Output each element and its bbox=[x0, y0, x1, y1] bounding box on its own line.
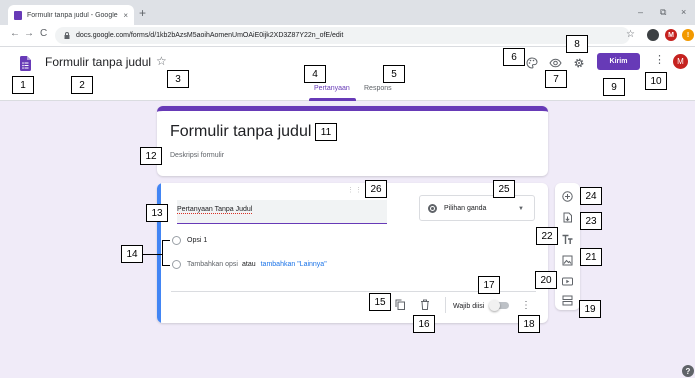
option-row[interactable]: Opsi 1 bbox=[172, 236, 207, 245]
annotation-label: 14 bbox=[121, 245, 143, 263]
annotation-label: 15 bbox=[369, 293, 391, 311]
annotation-label: 12 bbox=[140, 147, 162, 165]
extension-icon[interactable] bbox=[647, 29, 659, 41]
annotation-label: 26 bbox=[365, 180, 387, 198]
annotation-label: 20 bbox=[535, 271, 557, 289]
option-radio bbox=[172, 236, 181, 245]
annotation-label: 13 bbox=[146, 204, 168, 222]
form-title-card: Formulir tanpa judul Deskripsi formulir bbox=[157, 106, 548, 176]
question-title-input[interactable]: Pertanyaan Tanpa Judul bbox=[177, 200, 387, 224]
window-close-button[interactable]: × bbox=[681, 7, 686, 17]
trash-icon[interactable] bbox=[420, 299, 430, 310]
palette-icon[interactable] bbox=[526, 57, 538, 69]
star-icon[interactable]: ☆ bbox=[156, 54, 167, 68]
address-bar-row: ← → C docs.google.com/forms/d/1kb2bAzsM5… bbox=[0, 25, 695, 47]
bookmark-star-icon[interactable]: ☆ bbox=[626, 29, 635, 40]
tab-questions[interactable]: Pertanyaan bbox=[314, 85, 350, 92]
lock-icon bbox=[64, 32, 70, 39]
annotation-leader bbox=[162, 240, 163, 266]
restore-button[interactable]: ⧉ bbox=[660, 7, 666, 18]
annotation-label: 19 bbox=[579, 300, 601, 318]
browser-tab[interactable]: Formulir tanpa judul - Google Fo × bbox=[8, 5, 134, 25]
floating-toolbar bbox=[555, 183, 580, 310]
annotation-label: 17 bbox=[478, 276, 500, 294]
text-title-icon[interactable] bbox=[562, 234, 573, 245]
question-type-select[interactable]: Pilihan ganda ▼ bbox=[419, 195, 535, 221]
add-circle-icon[interactable] bbox=[562, 191, 573, 202]
annotation-label: 3 bbox=[167, 70, 189, 88]
chevron-down-icon: ▼ bbox=[518, 206, 524, 212]
more-options-icon[interactable]: ⋮ bbox=[654, 55, 665, 66]
minimize-button[interactable]: – bbox=[638, 7, 643, 17]
url-text: docs.google.com/forms/d/1kb2bAzsM5aoihAo… bbox=[76, 32, 344, 39]
image-icon[interactable] bbox=[562, 255, 573, 266]
add-other-link[interactable]: tambahkan "Lainnya" bbox=[261, 261, 327, 268]
video-icon[interactable] bbox=[562, 276, 573, 287]
question-type-label: Pilihan ganda bbox=[444, 204, 487, 212]
gear-icon[interactable] bbox=[573, 57, 585, 69]
annotation-leader bbox=[162, 265, 170, 266]
form-description-input[interactable]: Deskripsi formulir bbox=[170, 152, 224, 159]
question-card[interactable]: ⋮⋮⋮ Pertanyaan Tanpa Judul Pilihan ganda… bbox=[157, 183, 548, 323]
browser-tab-strip: Formulir tanpa judul - Google Fo × + – ⧉… bbox=[0, 0, 695, 25]
annotation-label: 10 bbox=[645, 72, 667, 90]
annotation-label: 4 bbox=[304, 65, 326, 83]
avatar[interactable]: M bbox=[673, 54, 688, 69]
profile-avatar[interactable]: M bbox=[665, 29, 677, 41]
annotation-label: 9 bbox=[603, 78, 625, 96]
annotation-label: 24 bbox=[580, 187, 602, 205]
annotation-label: 18 bbox=[518, 315, 540, 333]
radio-type-icon bbox=[428, 203, 437, 213]
question-title-text: Pertanyaan Tanpa Judul bbox=[177, 206, 253, 214]
annotation-label: 22 bbox=[536, 227, 558, 245]
update-warning-icon[interactable]: ! bbox=[682, 29, 694, 41]
form-doc-icon[interactable] bbox=[20, 56, 31, 71]
annotation-label: 25 bbox=[493, 180, 515, 198]
annotation-label: 2 bbox=[71, 76, 93, 94]
add-option-row: Tambahkan opsi atau tambahkan "Lainnya" bbox=[172, 260, 327, 269]
annotation-label: 11 bbox=[315, 123, 337, 141]
copy-icon[interactable] bbox=[395, 299, 405, 310]
new-tab-button[interactable]: + bbox=[139, 7, 146, 19]
annotation-label: 23 bbox=[580, 212, 602, 230]
back-button[interactable]: ← bbox=[10, 28, 20, 39]
form-title-input[interactable]: Formulir tanpa judul bbox=[45, 55, 151, 69]
annotation-label: 16 bbox=[413, 315, 435, 333]
forward-button[interactable]: → bbox=[24, 28, 34, 39]
annotation-label: 5 bbox=[383, 65, 405, 83]
browser-tab-title: Formulir tanpa judul - Google Fo bbox=[27, 11, 121, 19]
section-icon[interactable] bbox=[562, 295, 573, 306]
form-heading-input[interactable]: Formulir tanpa judul bbox=[170, 123, 311, 141]
forms-favicon-icon bbox=[14, 10, 22, 20]
import-icon[interactable] bbox=[562, 212, 573, 223]
required-label: Wajib diisi bbox=[453, 303, 485, 310]
tab-close-icon[interactable]: × bbox=[123, 11, 128, 20]
help-icon[interactable]: ? bbox=[682, 365, 694, 377]
option-label[interactable]: Opsi 1 bbox=[187, 237, 207, 244]
add-option-or: atau bbox=[241, 261, 256, 268]
annotation-label: 21 bbox=[580, 248, 602, 266]
url-bar[interactable]: docs.google.com/forms/d/1kb2bAzsM5aoihAo… bbox=[55, 27, 630, 44]
annotation-label: 6 bbox=[503, 48, 525, 66]
annotation-label: 8 bbox=[566, 35, 588, 53]
add-option-link[interactable]: Tambahkan opsi bbox=[187, 261, 238, 268]
reload-button[interactable]: C bbox=[40, 28, 47, 39]
annotation-leader bbox=[143, 254, 162, 255]
option-radio bbox=[172, 260, 181, 269]
annotation-label: 7 bbox=[545, 70, 567, 88]
send-button[interactable]: Kirim bbox=[597, 53, 640, 70]
eye-icon[interactable] bbox=[549, 57, 562, 69]
footer-divider bbox=[445, 297, 446, 313]
annotation-label: 1 bbox=[12, 76, 34, 94]
required-toggle[interactable] bbox=[489, 300, 509, 311]
forms-header: Formulir tanpa judul ☆ Pertanyaan Respon… bbox=[0, 47, 695, 101]
tab-responses[interactable]: Respons bbox=[364, 85, 392, 92]
question-more-icon[interactable]: ⋮ bbox=[521, 300, 531, 311]
annotation-leader bbox=[162, 240, 170, 241]
